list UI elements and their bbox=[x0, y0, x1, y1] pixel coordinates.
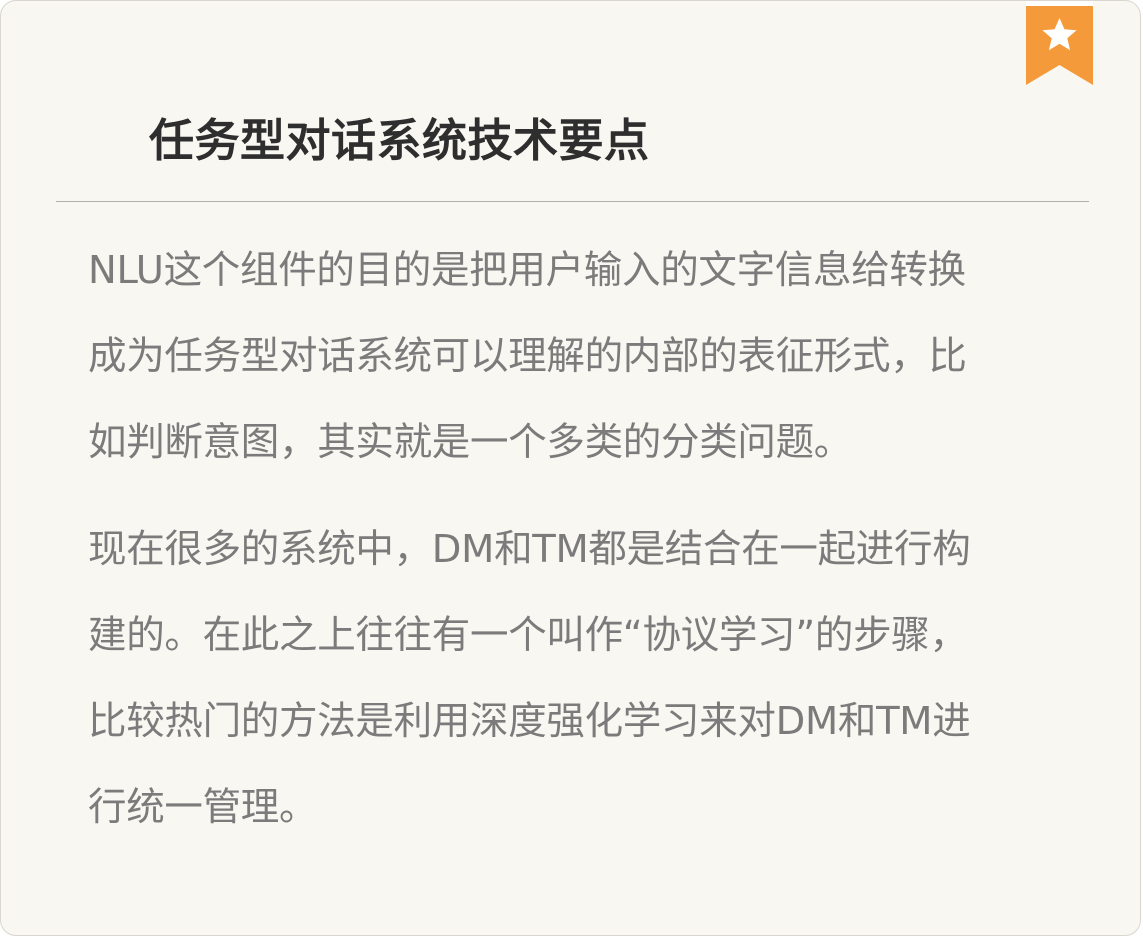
page-title: 任务型对话系统技术要点 bbox=[149, 114, 650, 167]
title-divider bbox=[56, 201, 1089, 202]
paragraph-line: 成为任务型对话系统可以理解的内部的表征形式，比 bbox=[88, 334, 967, 379]
paragraph-line: 建的。在此之上往往有一个叫作“协议学习”的步骤， bbox=[88, 613, 968, 658]
paragraph-line: 现在很多的系统中，DM和TM都是结合在一起进行构 bbox=[88, 527, 971, 572]
paragraph-line: 如判断意图，其实就是一个多类的分类问题。 bbox=[88, 420, 853, 465]
paragraph-line: 比较热门的方法是利用深度强化学习来对DM和TM进 bbox=[88, 699, 971, 744]
paragraph-dm-tm: 现在很多的系统中，DM和TM都是结合在一起进行构 建的。在此之上往往有一个叫作“… bbox=[88, 507, 1088, 851]
content-card: 任务型对话系统技术要点 NLU这个组件的目的是把用户输入的文字信息给转换 成为任… bbox=[0, 0, 1141, 936]
paragraph-nlu: NLU这个组件的目的是把用户输入的文字信息给转换 成为任务型对话系统可以理解的内… bbox=[88, 228, 1088, 486]
bookmark-star-icon bbox=[1026, 1, 1093, 85]
paragraph-line: NLU这个组件的目的是把用户输入的文字信息给转换 bbox=[88, 248, 966, 293]
paragraph-line: 行统一管理。 bbox=[88, 785, 318, 830]
